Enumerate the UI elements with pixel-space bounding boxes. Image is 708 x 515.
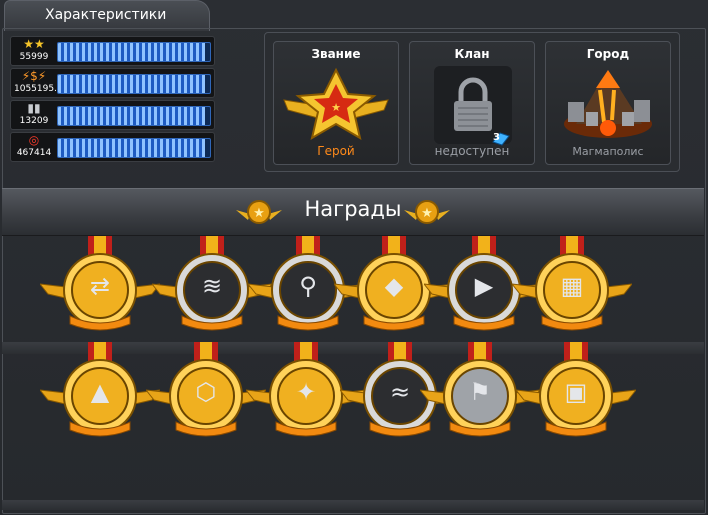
stats-list: ★★ 55999 ⚡$⚡ 1055195... ▮▮ 13209 ◎ 46741… bbox=[10, 36, 215, 164]
arrows-swap-icon: ⇄ bbox=[89, 272, 111, 300]
stat-bar bbox=[57, 106, 211, 126]
rank-box[interactable]: Звание ★ Герой bbox=[273, 41, 399, 165]
square-frame-icon: ▣ bbox=[564, 378, 588, 406]
stat-value: 467414 bbox=[16, 148, 52, 158]
tab-characteristics[interactable]: Характеристики bbox=[4, 0, 210, 31]
rank-name: Герой bbox=[317, 144, 355, 158]
award-medal[interactable]: ▦ bbox=[512, 236, 632, 336]
stat-row-target: ◎ 467414 bbox=[10, 132, 215, 162]
stat-bar bbox=[57, 74, 211, 94]
stat-bar-fill bbox=[58, 107, 206, 125]
city-title: Город bbox=[586, 47, 630, 61]
stat-row-money: ⚡$⚡ 1055195... bbox=[10, 68, 215, 98]
awards-title: Награды bbox=[304, 197, 402, 221]
award-medal[interactable]: ▲ bbox=[40, 342, 160, 442]
steel-bars-icon: ▮▮ 13209 bbox=[14, 102, 54, 128]
award-medal[interactable]: ⇄ bbox=[40, 236, 160, 336]
stars-icon: ★★ 55999 bbox=[14, 38, 54, 64]
stat-bar-fill bbox=[58, 43, 206, 61]
stat-value: 13209 bbox=[19, 116, 49, 126]
stat-row-steel: ▮▮ 13209 bbox=[10, 100, 215, 130]
clan-box[interactable]: Клан 3 недоступен bbox=[409, 41, 535, 165]
city-box[interactable]: Город Магмаполис bbox=[545, 41, 671, 165]
stat-row-rating: ★★ 55999 bbox=[10, 36, 215, 66]
money-lightning-icon: ⚡$⚡ 1055195... bbox=[14, 69, 63, 95]
stat-value: 55999 bbox=[19, 52, 49, 62]
stat-bar-fill bbox=[58, 75, 206, 93]
svg-text:★: ★ bbox=[331, 101, 341, 114]
stat-bar-fill bbox=[58, 139, 206, 157]
clan-title: Клан bbox=[454, 47, 490, 61]
tab-title: Характеристики bbox=[45, 7, 167, 23]
blocks-icon: ▦ bbox=[560, 272, 584, 300]
stat-bar bbox=[57, 138, 211, 158]
profile-info-panel: Звание ★ Герой Клан 3 недоступен Город М… bbox=[264, 32, 680, 172]
rank-title: Звание bbox=[311, 47, 361, 61]
rank-insignia-icon: ★ bbox=[283, 67, 389, 141]
stat-value: 1055195... bbox=[14, 84, 63, 94]
city-name: Магмаполис bbox=[572, 145, 644, 158]
svg-text:★: ★ bbox=[421, 206, 433, 221]
target-icon: ◎ 467414 bbox=[14, 134, 54, 160]
medal-shelf bbox=[2, 500, 704, 510]
clan-badge-count: 3 bbox=[493, 132, 500, 143]
award-medal[interactable]: ▣ bbox=[516, 342, 636, 442]
awards-header: ★ Награды ★ bbox=[2, 188, 704, 236]
clan-status: недоступен bbox=[434, 144, 510, 158]
stat-bar bbox=[57, 42, 211, 62]
tower-icon: ▲ bbox=[90, 378, 110, 406]
star-medal-icon: ★ bbox=[404, 200, 450, 224]
characteristics-window: Характеристики ★★ 55999 ⚡$⚡ 1055195... ▮… bbox=[0, 0, 708, 515]
volcano-city-icon bbox=[564, 70, 652, 138]
